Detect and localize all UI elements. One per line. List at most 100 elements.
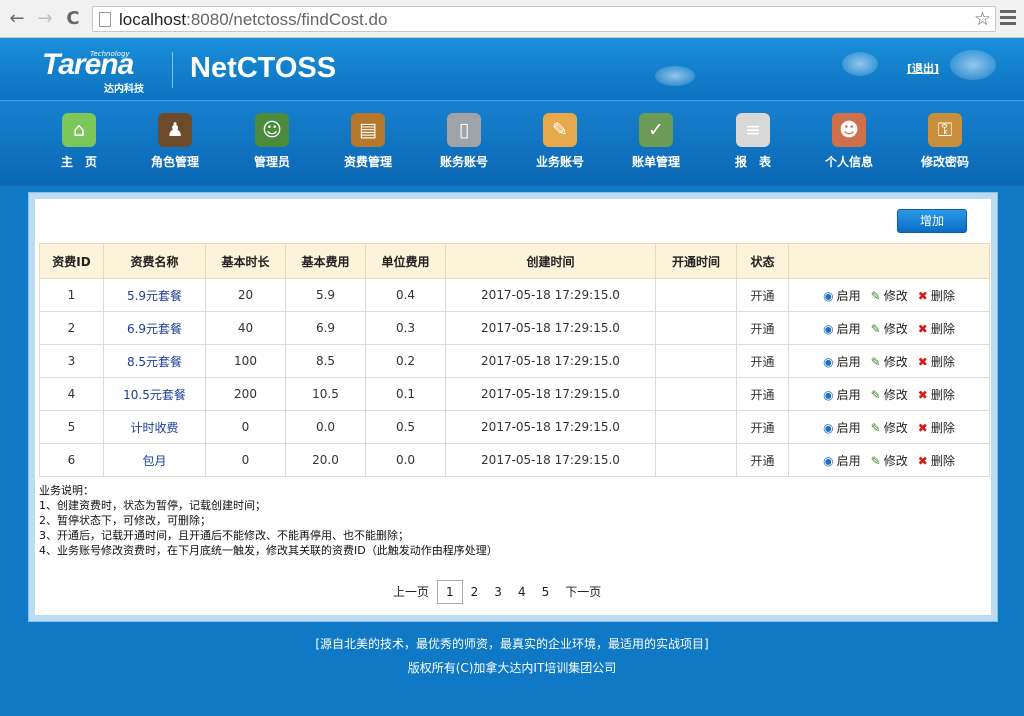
cell-status: 开通 xyxy=(736,344,789,378)
edit-button[interactable]: ✎ 修改 xyxy=(871,353,908,370)
cost-name-cell[interactable]: 5.9元套餐 xyxy=(103,278,206,312)
main-nav: ⌂ 主 页 ♟ 角色管理 ☺ 管理员 ▤ 资费管理 ▯ 账务账号 ✎ 业务账号 ✓ 账单管理 ≡ 报 表 ☻ 个人… xyxy=(0,100,1024,186)
cost-name-link[interactable]: 6.9元套餐 xyxy=(127,322,182,336)
enable-button[interactable]: ◉ 启用 xyxy=(823,287,861,304)
enable-button[interactable]: ◉ 启用 xyxy=(823,419,861,436)
cost-name-cell[interactable]: 6.9元套餐 xyxy=(103,311,206,345)
nav-item-service[interactable]: ✎ 业务账号 xyxy=(515,113,605,170)
nav-item-account[interactable]: ▯ 账务账号 xyxy=(419,113,509,170)
cost-name-cell[interactable]: 包月 xyxy=(103,443,206,477)
edit-button[interactable]: ✎ 修改 xyxy=(871,287,908,304)
edit-icon: ✎ xyxy=(870,420,881,435)
delete-button[interactable]: ✖ 删除 xyxy=(918,353,955,370)
bookmark-star-icon[interactable]: ☆ xyxy=(974,8,991,30)
content-panel: 增加 资费ID 资费名称 基本时长 基本费用 单位费用 创建时间 开通时间 状态 1 5.9元套… xyxy=(35,199,991,615)
delete-button[interactable]: ✖ 删除 xyxy=(918,287,955,304)
nav-item-home[interactable]: ⌂ 主 页 xyxy=(34,113,124,170)
cell-status: 开通 xyxy=(736,410,789,444)
edit-button[interactable]: ✎ 修改 xyxy=(871,320,908,337)
cell-id: 4 xyxy=(39,377,104,411)
reload-icon[interactable]: C xyxy=(62,8,84,30)
cost-name-link[interactable]: 10.5元套餐 xyxy=(123,388,186,402)
nav-label: 业务账号 xyxy=(535,155,584,169)
nav-item-role[interactable]: ♟ 角色管理 xyxy=(130,113,220,170)
menu-icon[interactable] xyxy=(998,8,1018,28)
nav-label: 修改密码 xyxy=(920,155,969,169)
enable-button[interactable]: ◉ 启用 xyxy=(823,386,861,403)
cell-status: 开通 xyxy=(736,443,789,477)
service-icon: ✎ xyxy=(543,113,577,147)
column-header: 基本时长 xyxy=(205,243,286,279)
address-bar[interactable]: localhost:8080/netctoss/findCost.do ☆ xyxy=(92,6,996,32)
cell-duration: 0 xyxy=(205,443,286,477)
cell-opened xyxy=(655,377,737,411)
nav-item-report[interactable]: ≡ 报 表 xyxy=(708,113,798,170)
add-button[interactable]: 增加 xyxy=(897,209,967,233)
enable-button[interactable]: ◉ 启用 xyxy=(823,452,861,469)
cost-name-cell[interactable]: 8.5元套餐 xyxy=(103,344,206,378)
page-link-3[interactable]: 3 xyxy=(486,581,510,603)
note-line: 业务说明： xyxy=(39,484,94,497)
delete-icon: ✖ xyxy=(917,387,928,402)
footer-copyright: 版权所有(C)加拿大达内IT培训集团公司 xyxy=(407,661,617,675)
edit-icon: ✎ xyxy=(870,354,881,369)
home-icon: ⌂ xyxy=(62,113,96,147)
decoration-light xyxy=(655,66,695,86)
delete-button[interactable]: ✖ 删除 xyxy=(918,452,955,469)
cell-id: 2 xyxy=(39,311,104,345)
logo-divider xyxy=(172,52,173,88)
cost-name-link[interactable]: 5.9元套餐 xyxy=(127,289,182,303)
page-link-1[interactable]: 1 xyxy=(437,580,463,604)
nav-item-user-info[interactable]: ☻ 个人信息 xyxy=(804,113,894,170)
delete-button[interactable]: ✖ 删除 xyxy=(918,386,955,403)
edit-button[interactable]: ✎ 修改 xyxy=(871,452,908,469)
eye-icon: ◉ xyxy=(823,321,834,336)
next-page-link[interactable]: 下一页 xyxy=(557,581,609,603)
column-header: 开通时间 xyxy=(655,243,737,279)
edit-button[interactable]: ✎ 修改 xyxy=(871,386,908,403)
page-link-4[interactable]: 4 xyxy=(510,581,534,603)
enable-button[interactable]: ◉ 启用 xyxy=(823,353,861,370)
enable-button-label: 启用 xyxy=(836,288,861,303)
bill-icon: ✓ xyxy=(639,113,673,147)
delete-button-label: 删除 xyxy=(930,453,955,468)
cell-id: 3 xyxy=(39,344,104,378)
role-icon: ♟ xyxy=(158,113,192,147)
cost-name-link[interactable]: 计时收费 xyxy=(130,421,178,435)
enable-button-label: 启用 xyxy=(836,387,861,402)
table-row: 3 8.5元套餐 100 8.5 0.2 2017-05-18 17:29:15.0 开通 ◉… xyxy=(39,344,990,378)
pagination: 上一页 1 2 3 4 5 下一页 xyxy=(385,580,609,604)
forward-icon[interactable]: → xyxy=(34,8,56,30)
cost-name-link[interactable]: 包月 xyxy=(142,454,166,468)
eye-icon: ◉ xyxy=(823,420,834,435)
cost-name-cell[interactable]: 10.5元套餐 xyxy=(103,377,206,411)
delete-button[interactable]: ✖ 删除 xyxy=(918,320,955,337)
column-header: 资费ID xyxy=(39,243,104,279)
eye-icon: ◉ xyxy=(823,453,834,468)
cost-icon: ▤ xyxy=(351,113,385,147)
nav-label: 主 页 xyxy=(60,155,97,169)
prev-page-link[interactable]: 上一页 xyxy=(385,581,437,603)
cell-created: 2017-05-18 17:29:15.0 xyxy=(445,443,656,477)
nav-label: 个人信息 xyxy=(824,155,873,169)
url-text[interactable]: localhost:8080/netctoss/findCost.do xyxy=(119,10,387,30)
enable-button[interactable]: ◉ 启用 xyxy=(823,320,861,337)
nav-item-admin[interactable]: ☺ 管理员 xyxy=(227,113,317,170)
nav-item-bill[interactable]: ✓ 账单管理 xyxy=(611,113,701,170)
back-icon[interactable]: ← xyxy=(6,8,28,30)
page-link-2[interactable]: 2 xyxy=(463,581,487,603)
enable-button-label: 启用 xyxy=(836,420,861,435)
cost-name-cell[interactable]: 计时收费 xyxy=(103,410,206,444)
nav-item-cost[interactable]: ▤ 资费管理 xyxy=(323,113,413,170)
table-row: 1 5.9元套餐 20 5.9 0.4 2017-05-18 17:29:15.0 开通 ◉ 启… xyxy=(39,278,990,312)
cost-name-link[interactable]: 8.5元套餐 xyxy=(127,355,182,369)
edit-button-label: 修改 xyxy=(883,321,908,336)
column-header: 状态 xyxy=(736,243,789,279)
edit-button-label: 修改 xyxy=(883,354,908,369)
table-header-row: 资费ID 资费名称 基本时长 基本费用 单位费用 创建时间 开通时间 状态 xyxy=(39,243,990,279)
nav-item-password[interactable]: ⚿ 修改密码 xyxy=(900,113,990,170)
logout-link[interactable]: [退出] xyxy=(907,60,939,76)
page-link-5[interactable]: 5 xyxy=(534,581,558,603)
edit-button[interactable]: ✎ 修改 xyxy=(871,419,908,436)
delete-button[interactable]: ✖ 删除 xyxy=(918,419,955,436)
